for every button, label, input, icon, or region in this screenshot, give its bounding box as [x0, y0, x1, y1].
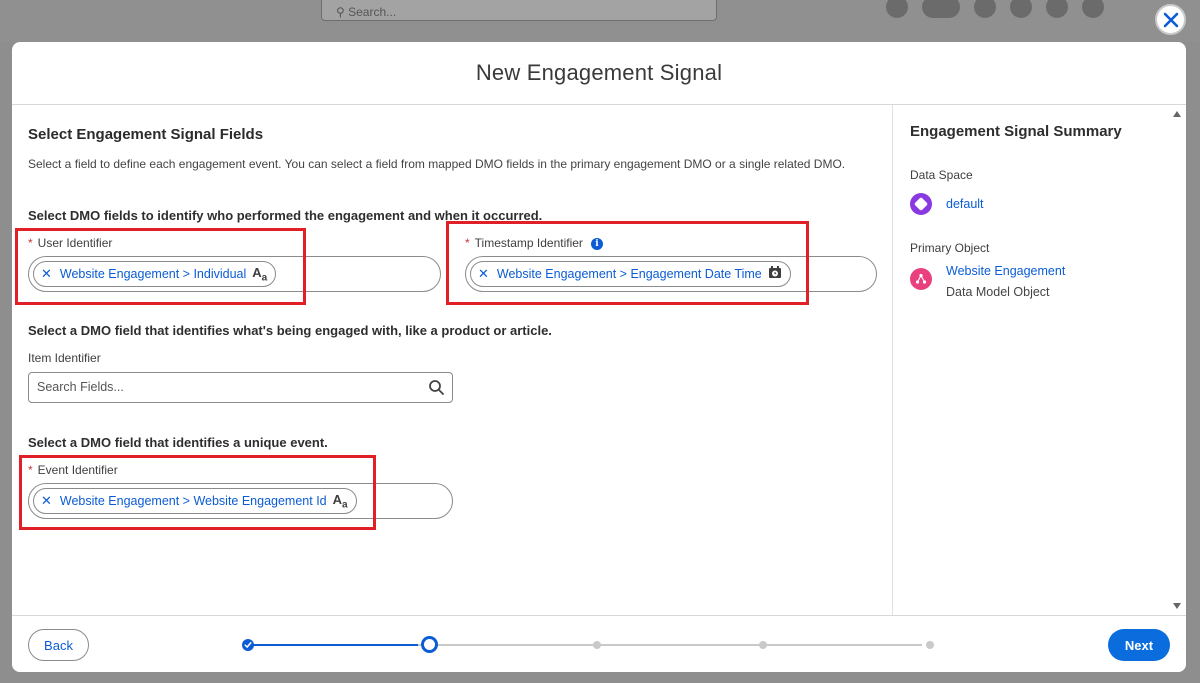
next-button[interactable]: Next	[1108, 629, 1170, 661]
progress-step[interactable]	[926, 641, 934, 649]
user-identifier-field[interactable]: ✕ Website Engagement > Individual Aa	[28, 256, 441, 292]
remove-pill-icon[interactable]: ✕	[41, 493, 52, 509]
remove-pill-icon[interactable]: ✕	[478, 266, 489, 282]
progress-fill	[248, 644, 418, 646]
progress-step-current[interactable]	[421, 636, 438, 653]
required-marker: *	[28, 463, 33, 477]
scroll-down-arrow-icon[interactable]	[1173, 603, 1181, 609]
timestamp-identifier-label: * Timestamp Identifier i	[465, 236, 603, 250]
data-space-label: Data Space	[910, 168, 973, 182]
data-space-icon	[910, 193, 932, 215]
text-type-icon: Aa	[252, 264, 268, 284]
pill-label: Website Engagement > Individual	[59, 267, 247, 281]
required-marker: *	[28, 236, 33, 250]
background-right-strip	[1186, 42, 1200, 683]
data-space-link[interactable]: default	[946, 197, 984, 211]
close-icon	[1163, 12, 1178, 27]
user-identifier-label: * User Identifier	[28, 236, 113, 250]
text-type-icon: Aa	[332, 491, 348, 511]
datetime-type-icon	[768, 266, 782, 282]
summary-title: Engagement Signal Summary	[910, 123, 1122, 140]
summary-pane: Engagement Signal Summary Data Space def…	[892, 105, 1186, 615]
modal-header: New Engagement Signal	[12, 42, 1186, 105]
progress-step-completed[interactable]	[242, 639, 254, 651]
background-icon	[1046, 0, 1068, 18]
pill-label: Website Engagement > Website Engagement …	[59, 494, 327, 508]
back-button[interactable]: Back	[28, 629, 89, 661]
info-icon[interactable]: i	[590, 238, 603, 250]
progress-step[interactable]	[759, 641, 767, 649]
user-identifier-pill[interactable]: ✕ Website Engagement > Individual Aa	[33, 261, 277, 287]
item-identifier-search-input[interactable]: Search Fields...	[28, 372, 453, 403]
background-search: ⚲ Search...	[321, 0, 717, 21]
item-heading: Select a DMO field that identifies what'…	[28, 323, 552, 338]
background-icon	[886, 0, 908, 18]
progress-indicator	[239, 636, 934, 654]
background-icon	[1082, 0, 1104, 18]
progress-step[interactable]	[593, 641, 601, 649]
background-icon	[922, 0, 960, 18]
close-modal-button[interactable]	[1155, 4, 1186, 35]
background-icon	[1010, 0, 1032, 18]
remove-pill-icon[interactable]: ✕	[41, 266, 52, 282]
progress-track	[418, 644, 922, 646]
section-title: Select Engagement Signal Fields	[28, 126, 264, 143]
event-identifier-field[interactable]: ✕ Website Engagement > Website Engagemen…	[28, 483, 453, 519]
field-selection-pane: Select Engagement Signal Fields Select a…	[12, 105, 892, 615]
background-header-icons	[886, 0, 1104, 18]
check-icon	[244, 642, 252, 649]
search-icon	[429, 380, 444, 395]
scroll-up-arrow-icon[interactable]	[1173, 111, 1181, 117]
pill-label: Website Engagement > Engagement Date Tim…	[496, 267, 762, 281]
required-marker: *	[465, 236, 470, 250]
primary-object-label: Primary Object	[910, 241, 990, 255]
modal-title: New Engagement Signal	[475, 60, 723, 85]
search-placeholder: Search Fields...	[37, 380, 124, 394]
event-heading: Select a DMO field that identifies a uni…	[28, 435, 328, 450]
modal-body: Select Engagement Signal Fields Select a…	[12, 105, 1186, 615]
event-identifier-label: * Event Identifier	[28, 463, 118, 477]
data-model-object-icon	[910, 268, 932, 290]
background-icon	[974, 0, 996, 18]
item-identifier-label: Item Identifier	[28, 351, 101, 365]
timestamp-identifier-pill[interactable]: ✕ Website Engagement > Engagement Date T…	[470, 261, 791, 287]
event-identifier-pill[interactable]: ✕ Website Engagement > Website Engagemen…	[33, 488, 357, 514]
new-engagement-signal-modal: New Engagement Signal Select Engagement …	[12, 42, 1186, 672]
section-description: Select a field to define each engagement…	[28, 157, 846, 171]
primary-object-link[interactable]: Website Engagement	[946, 264, 1065, 278]
background-left-strip	[0, 42, 12, 683]
who-heading: Select DMO fields to identify who perfor…	[28, 208, 543, 223]
modal-footer: Back Next	[12, 615, 1186, 672]
timestamp-identifier-field[interactable]: ✕ Website Engagement > Engagement Date T…	[465, 256, 877, 292]
primary-object-type: Data Model Object	[946, 285, 1050, 299]
